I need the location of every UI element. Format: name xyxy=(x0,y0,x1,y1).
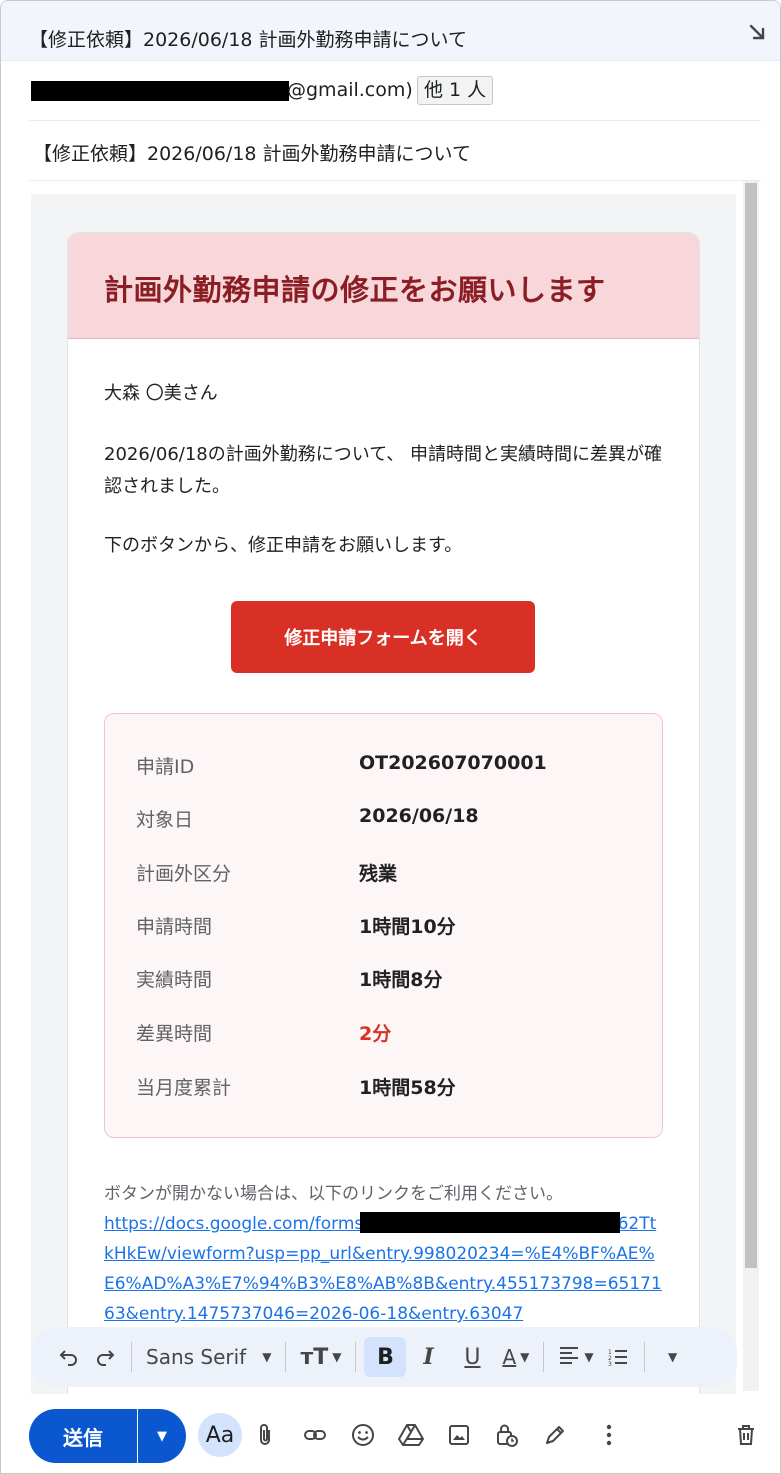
detail-value: OT202607070001 xyxy=(359,752,547,774)
bold-button[interactable]: B xyxy=(364,1337,407,1377)
detail-row: 申請ID OT202607070001 xyxy=(136,752,636,782)
detail-label: 計画外区分 xyxy=(136,863,232,885)
detail-value: 1時間8分 xyxy=(359,969,443,991)
toolbar-divider xyxy=(543,1342,545,1372)
toolbar-divider xyxy=(355,1342,357,1372)
email-header: 計画外勤務申請の修正をお願いします xyxy=(68,233,699,339)
formatting-options-button[interactable]: Aa xyxy=(198,1413,242,1457)
image-icon[interactable] xyxy=(439,1415,479,1455)
more-formatting-caret: ▼ xyxy=(668,1350,678,1364)
detail-row: 申請時間 1時間10分 xyxy=(136,912,636,942)
compose-title: 【修正依頼】2026/06/18 計画外勤務申請について xyxy=(29,29,467,51)
detail-value: 1時間58分 xyxy=(359,1077,456,1099)
compose-window: 【修正依頼】2026/06/18 計画外勤務申請について @gmail.com)… xyxy=(0,0,781,1474)
message-instruction: 下のボタンから、修正申請をお願いします。 xyxy=(104,535,463,556)
open-correction-form-button[interactable]: 修正申請フォームを開く xyxy=(231,601,535,673)
detail-value: 2026/06/18 xyxy=(359,805,479,827)
svg-text:3: 3 xyxy=(608,1361,612,1367)
detail-label: 申請時間 xyxy=(136,916,213,938)
align-select[interactable]: ▼ xyxy=(552,1337,599,1377)
fallback-note: ボタンが開かない場合は、以下のリンクをご利用ください。 xyxy=(104,1184,563,1204)
email-card: 計画外勤務申請の修正をお願いします 大森 〇美さん 2026/06/18の計画外… xyxy=(67,232,700,1394)
redacted-link-part xyxy=(360,1212,620,1233)
chevron-down-icon: ▼ xyxy=(520,1350,530,1364)
subject-row: 【修正依頼】2026/06/18 計画外勤務申請について xyxy=(29,121,761,181)
detail-row: 当月度累計 1時間58分 xyxy=(136,1073,636,1103)
scrollbar-thumb[interactable] xyxy=(745,183,757,1268)
font-family-select[interactable]: Sans Serif ▼ xyxy=(140,1337,277,1377)
detail-value: 1時間10分 xyxy=(359,916,456,938)
toolbar-divider xyxy=(285,1342,287,1372)
detail-row: 対象日 2026/06/18 xyxy=(136,805,636,835)
numbered-list-icon[interactable]: 123 xyxy=(600,1337,636,1377)
google-drive-icon[interactable] xyxy=(391,1415,431,1455)
formatting-toolbar: Sans Serif ▼ тT ▼ B I U A ▼ ▼ 123 ▼ xyxy=(31,1327,737,1387)
undo-icon[interactable] xyxy=(51,1337,87,1377)
greeting: 大森 〇美さん xyxy=(104,383,218,404)
text-color-select[interactable]: A ▼ xyxy=(496,1337,535,1377)
arrow-diagonal-icon[interactable] xyxy=(748,23,768,43)
link-icon[interactable] xyxy=(295,1415,335,1455)
recipient-email: @gmail.com) xyxy=(287,79,413,101)
detail-label: 対象日 xyxy=(136,809,194,831)
redacted-recipient xyxy=(31,81,289,101)
detail-label: 申請ID xyxy=(136,756,195,778)
signature-pen-icon[interactable] xyxy=(535,1415,575,1455)
detail-value-difference: 2分 xyxy=(359,1023,392,1045)
more-options-icon[interactable] xyxy=(589,1415,629,1455)
detail-label: 実績時間 xyxy=(136,969,213,991)
detail-row: 計画外区分 残業 xyxy=(136,859,636,889)
subject-field[interactable]: 【修正依頼】2026/06/18 計画外勤務申請について xyxy=(33,139,471,166)
chevron-down-icon: ▼ xyxy=(262,1350,272,1364)
send-options-button[interactable]: ▼ xyxy=(138,1409,186,1463)
text-color-icon: A xyxy=(502,1345,517,1369)
confidential-mode-icon[interactable] xyxy=(487,1415,527,1455)
detail-value: 残業 xyxy=(359,863,398,885)
other-recipients-chip[interactable]: 他 1 人 xyxy=(417,76,494,105)
send-button[interactable]: 送信 xyxy=(29,1409,137,1463)
toolbar-divider xyxy=(643,1342,645,1372)
italic-button[interactable]: I xyxy=(410,1337,446,1377)
request-details-box: 申請ID OT202607070001 対象日 2026/06/18 計画外区分… xyxy=(104,713,663,1138)
font-size-select[interactable]: тT ▼ xyxy=(294,1337,347,1377)
chevron-down-icon: ▼ xyxy=(332,1350,342,1364)
detail-row: 実績時間 1時間8分 xyxy=(136,965,636,995)
font-family-label: Sans Serif xyxy=(146,1345,247,1369)
paperclip-icon[interactable] xyxy=(245,1415,285,1455)
chevron-down-icon: ▼ xyxy=(584,1350,594,1364)
chevron-down-icon[interactable]: ▼ xyxy=(653,1337,689,1377)
detail-row: 差異時間 2分 xyxy=(136,1019,636,1049)
toolbar-divider xyxy=(131,1342,132,1372)
emoji-icon[interactable] xyxy=(343,1415,383,1455)
align-left-icon xyxy=(558,1345,580,1370)
underline-button[interactable]: U xyxy=(454,1337,490,1377)
compose-title-bar[interactable]: 【修正依頼】2026/06/18 計画外勤務申請について xyxy=(1,1,780,61)
email-title: 計画外勤務申請の修正をお願いします xyxy=(104,273,606,307)
text-size-icon: тT xyxy=(300,1344,329,1370)
trash-icon[interactable] xyxy=(726,1415,766,1455)
detail-label: 差異時間 xyxy=(136,1023,213,1045)
message-body[interactable]: 計画外勤務申請の修正をお願いします 大森 〇美さん 2026/06/18の計画外… xyxy=(31,194,736,1394)
chevron-down-icon: ▼ xyxy=(157,1428,167,1444)
recipients-field[interactable]: @gmail.com) 他 1 人 xyxy=(29,61,761,121)
redo-icon[interactable] xyxy=(87,1337,123,1377)
message-paragraph: 2026/06/18の計画外勤務について、 申請時間と実績時間に差異が確認されま… xyxy=(104,444,663,497)
compose-actions: 送信 ▼ Aa xyxy=(1,1395,780,1473)
detail-label: 当月度累計 xyxy=(136,1077,232,1099)
